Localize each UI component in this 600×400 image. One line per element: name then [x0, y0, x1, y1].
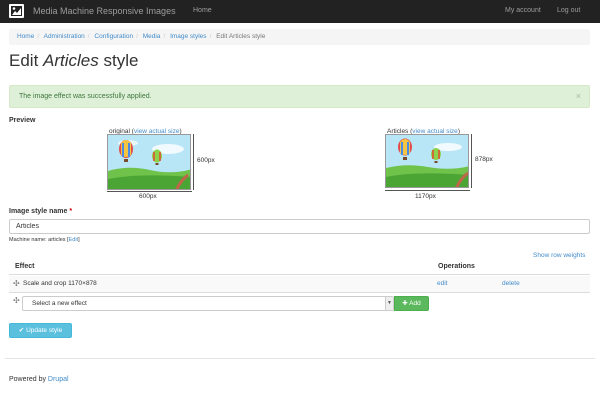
breadcrumb-separator: / — [163, 33, 166, 40]
drag-handle-icon[interactable]: ✣ — [13, 279, 20, 288]
original-width-guide — [107, 191, 192, 192]
chevron-down-icon: ▼ — [385, 297, 393, 310]
original-width-label: 600px — [139, 193, 157, 200]
required-mark: * — [69, 208, 73, 215]
update-button-label: Update style — [26, 327, 63, 334]
styled-height-label: 878px — [475, 156, 493, 163]
breadcrumb-administration[interactable]: Administration — [44, 33, 85, 40]
close-icon[interactable]: × — [576, 86, 581, 107]
page-title-style-name: Articles — [43, 51, 99, 70]
effects-table-header: Effect Operations — [9, 260, 590, 275]
new-effect-select-value: Select a new effect — [32, 300, 87, 307]
column-effect: Effect — [15, 263, 35, 270]
drag-handle-icon[interactable]: ✣ — [13, 296, 20, 305]
footer-divider — [5, 358, 595, 359]
styled-preview-image[interactable] — [385, 134, 469, 188]
alert-message: The image effect was successfully applie… — [19, 93, 152, 100]
styled-width-label: 1170px — [415, 193, 436, 200]
update-style-button[interactable]: ✔ Update style — [9, 323, 72, 338]
check-icon: ✔ — [18, 327, 25, 334]
original-height-label: 600px — [197, 157, 215, 164]
breadcrumb-home[interactable]: Home — [17, 33, 34, 40]
original-height-guide — [193, 134, 194, 190]
success-alert: The image effect was successfully applie… — [9, 85, 590, 108]
add-effect-button[interactable]: ✚ Add — [394, 296, 429, 311]
breadcrumb-separator: / — [37, 33, 40, 40]
breadcrumb-separator: / — [209, 33, 212, 40]
edit-effect-link[interactable]: edit — [437, 280, 447, 287]
breadcrumb-separator: / — [87, 33, 90, 40]
styled-height-guide — [471, 134, 472, 188]
logo-icon[interactable] — [9, 4, 24, 18]
breadcrumb-image-styles[interactable]: Image styles — [170, 33, 207, 40]
page-title-suffix: style — [98, 51, 139, 70]
image-style-name-input[interactable] — [9, 219, 590, 234]
footer-text: Powered by — [9, 376, 48, 383]
image-style-name-label: Image style name * — [9, 208, 72, 215]
table-row: ✣ Scale and crop 1170×878 edit delete — [9, 276, 590, 293]
preview-label: Preview — [9, 117, 36, 124]
effect-name: Scale and crop 1170×878 — [23, 280, 97, 287]
delete-effect-link[interactable]: delete — [502, 280, 520, 287]
page-title: Edit Articles style — [9, 51, 138, 71]
breadcrumb-current: Edit Articles style — [216, 33, 266, 40]
nav-logout-link[interactable]: Log out — [557, 7, 580, 14]
original-preview-image[interactable] — [107, 134, 191, 190]
drupal-link[interactable]: Drupal — [48, 376, 69, 383]
add-button-label: Add — [409, 300, 421, 307]
nav-home-link[interactable]: Home — [193, 7, 212, 14]
page-title-prefix: Edit — [9, 51, 44, 70]
breadcrumb-configuration[interactable]: Configuration — [94, 33, 133, 40]
show-row-weights-link[interactable]: Show row weights — [533, 252, 585, 259]
nav-my-account-link[interactable]: My account — [505, 7, 541, 14]
machine-name-suffix: ] — [78, 237, 80, 243]
new-effect-select[interactable]: Select a new effect ▼ — [22, 296, 394, 311]
machine-name-text: Machine name: articles [ — [9, 237, 69, 243]
breadcrumb-separator: / — [136, 33, 138, 40]
styled-width-guide — [385, 190, 470, 191]
plus-icon: ✚ — [402, 300, 408, 307]
breadcrumb: Home / Administration / Configuration / Med… — [9, 29, 590, 45]
navbar: Media Machine Responsive Images Home My … — [0, 0, 600, 23]
name-label-text: Image style name — [9, 208, 68, 215]
site-name[interactable]: Media Machine Responsive Images — [33, 6, 176, 16]
machine-name: Machine name: articles [Edit] — [9, 237, 80, 243]
machine-name-edit-link[interactable]: Edit — [69, 237, 78, 243]
footer: Powered by Drupal — [9, 376, 69, 383]
column-operations: Operations — [438, 263, 475, 270]
breadcrumb-media[interactable]: Media — [143, 33, 161, 40]
